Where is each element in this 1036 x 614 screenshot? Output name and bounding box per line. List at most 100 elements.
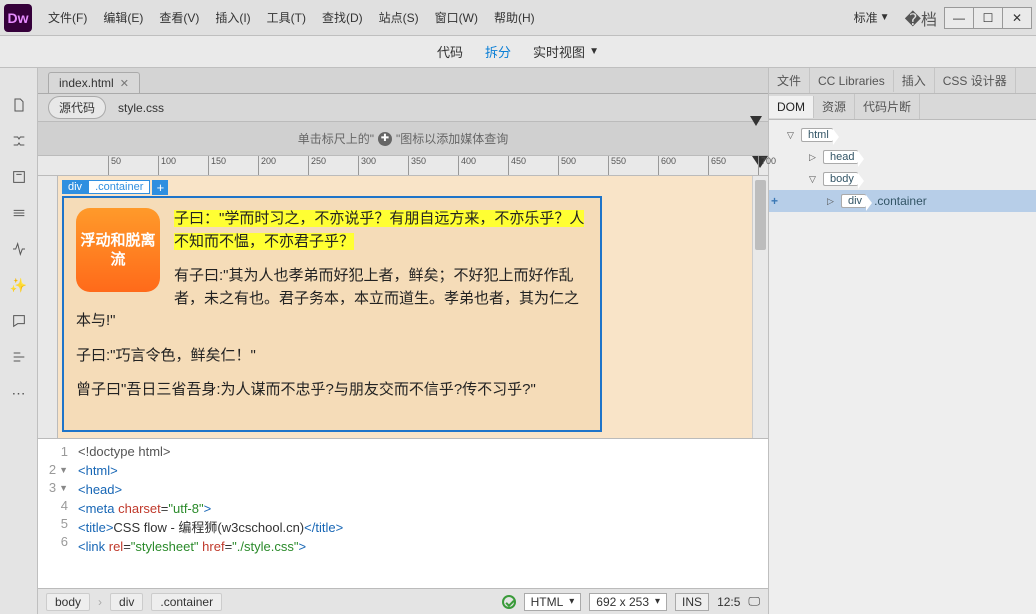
selected-tag-name[interactable]: div <box>62 180 88 194</box>
code-content[interactable]: <!doctype html> <html> <head> <meta char… <box>74 439 768 588</box>
selected-class-name[interactable]: .container <box>88 180 150 194</box>
ruler-tick: 50 <box>108 156 121 175</box>
close-icon[interactable]: ✕ <box>120 77 129 90</box>
ruler-tick: 150 <box>208 156 226 175</box>
dom-tag-label: body <box>823 172 858 186</box>
dom-tag-label: html <box>801 128 833 142</box>
tab-insert[interactable]: 插入 <box>894 68 935 93</box>
preview-paragraph[interactable]: 曾子曰"吾日三省吾身:为人谋而不忠乎?与朋友交而不信乎?传不习乎?" <box>76 379 588 402</box>
view-code[interactable]: 代码 <box>435 38 465 65</box>
disclosure-triangle-icon[interactable]: ▽ <box>787 130 797 141</box>
menu-window[interactable]: 窗口(W) <box>429 5 484 30</box>
tab-files[interactable]: 文件 <box>769 68 810 93</box>
tab-css-designer[interactable]: CSS 设计器 <box>935 68 1016 93</box>
chevron-down-icon: ▼ <box>589 46 599 57</box>
menu-view[interactable]: 查看(V) <box>153 5 205 30</box>
menu-file[interactable]: 文件(F) <box>42 5 93 30</box>
dom-node-html[interactable]: ▽ html <box>769 124 1036 146</box>
insert-mode-toggle[interactable]: INS <box>675 593 709 611</box>
scrollbar-thumb[interactable] <box>755 180 766 250</box>
menu-tools[interactable]: 工具(T) <box>261 5 312 30</box>
breadcrumb-body[interactable]: body <box>46 593 90 611</box>
manage-sites-icon[interactable] <box>8 130 30 152</box>
horizontal-ruler[interactable]: 5010015020025030035040045050055060065070… <box>38 156 768 176</box>
inspect-icon[interactable]: ✨ <box>8 274 30 296</box>
live-canvas[interactable]: div .container + 浮动和脱离流 子曰："学而时习之，不亦说乎？有… <box>58 176 752 438</box>
menu-find[interactable]: 查找(D) <box>316 5 369 30</box>
maximize-button[interactable]: ☐ <box>973 7 1003 29</box>
app-logo: Dw <box>4 4 32 32</box>
preview-float-box[interactable]: 浮动和脱离流 <box>76 208 160 292</box>
collapse-icon[interactable] <box>8 202 30 224</box>
view-live[interactable]: 实时视图 ▼ <box>531 38 601 65</box>
disclosure-triangle-icon[interactable]: ▷ <box>827 196 837 207</box>
menu-site[interactable]: 站点(S) <box>373 5 425 30</box>
expand-code-icon[interactable] <box>8 166 30 188</box>
format-icon[interactable] <box>8 346 30 368</box>
code-view[interactable]: 1 2 ▼ 3 ▼ 4 5 6 <!doctype html> <html> <… <box>38 438 768 588</box>
ruler-tick: 200 <box>258 156 276 175</box>
preview-container[interactable]: 浮动和脱离流 子曰："学而时习之，不亦说乎？有朋自远方来，不亦乐乎？人不知而不愠… <box>62 196 602 432</box>
vertical-ruler[interactable] <box>38 176 58 438</box>
view-live-label: 实时视图 <box>533 42 585 61</box>
related-css-link[interactable]: style.css <box>118 101 164 115</box>
menu-help[interactable]: 帮助(H) <box>488 5 541 30</box>
ruler-tick: 500 <box>558 156 576 175</box>
window-controls: — ☐ ✕ <box>945 7 1032 29</box>
hint-text-after: "图标以添加媒体查询 <box>396 130 508 147</box>
comment-icon[interactable] <box>8 310 30 332</box>
add-element-icon[interactable]: + <box>771 194 778 208</box>
dom-node-head[interactable]: ▷ head <box>769 146 1036 168</box>
preview-in-browser-icon[interactable]: 🖵 <box>748 594 760 609</box>
preview-paragraph[interactable]: 子曰:"巧言令色，鲜矣仁！" <box>76 345 588 368</box>
breadcrumb-class[interactable]: .container <box>151 593 222 611</box>
marker-icon <box>750 116 762 126</box>
no-errors-icon[interactable] <box>502 595 516 609</box>
dom-panel: ▽ html ▷ head ▽ body + ▷ div .container <box>769 120 1036 614</box>
code-line: <!doctype html> <box>78 444 171 459</box>
element-selector-hud: div .container + <box>62 178 168 196</box>
highlighted-text: 子曰："学而时习之，不亦说乎？有朋自远方来，不亦乐乎？人不知而不愠，不亦君子乎？ <box>174 210 584 250</box>
disclosure-triangle-icon[interactable]: ▷ <box>809 152 819 163</box>
breadcrumb-div[interactable]: div <box>110 593 143 611</box>
tab-dom[interactable]: DOM <box>769 96 814 118</box>
dom-node-body[interactable]: ▽ body <box>769 168 1036 190</box>
file-icon[interactable] <box>8 94 30 116</box>
window-size-select[interactable]: 692 x 253▾ <box>589 593 667 611</box>
tab-assets[interactable]: 资源 <box>814 94 855 119</box>
source-code-button[interactable]: 源代码 <box>48 96 106 119</box>
add-class-button[interactable]: + <box>152 180 168 195</box>
ruler-tick: 350 <box>408 156 426 175</box>
main-area: ✨ ⋯ index.html ✕ 源代码 style.css 单击标尺上的" ✚… <box>0 68 1036 614</box>
tab-cc-libraries[interactable]: CC Libraries <box>810 70 894 92</box>
workspace-switcher[interactable]: 标准 ▼ <box>847 6 897 29</box>
view-split[interactable]: 拆分 <box>483 38 513 65</box>
view-switcher: 代码 拆分 实时视图 ▼ <box>0 36 1036 68</box>
titlebar-right: 标准 ▼ �档 — ☐ ✕ <box>847 6 1032 30</box>
ruler-tick: 250 <box>308 156 326 175</box>
dom-tag-label: div <box>841 194 866 208</box>
ruler-tick: 650 <box>708 156 726 175</box>
ruler-tick: 400 <box>458 156 476 175</box>
menu-edit[interactable]: 编辑(E) <box>97 5 149 30</box>
breadcrumb-sep: › <box>98 595 102 609</box>
close-button[interactable]: ✕ <box>1002 7 1032 29</box>
ruler-tick: 100 <box>158 156 176 175</box>
document-tab[interactable]: index.html ✕ <box>48 72 140 93</box>
document-tabs: index.html ✕ <box>38 68 768 94</box>
ruler-tick: 450 <box>508 156 526 175</box>
title-bar: Dw 文件(F) 编辑(E) 查看(V) 插入(I) 工具(T) 查找(D) 站… <box>0 0 1036 36</box>
menu-insert[interactable]: 插入(I) <box>209 5 256 30</box>
dom-node-div-container[interactable]: + ▷ div .container <box>769 190 1036 212</box>
more-tools-icon[interactable]: ⋯ <box>8 382 30 404</box>
design-view: div .container + 浮动和脱离流 子曰："学而时习之，不亦说乎？有… <box>38 176 768 438</box>
ruler-tick: 300 <box>358 156 376 175</box>
live-code-icon[interactable] <box>8 238 30 260</box>
ruler-tick: 700 <box>758 156 776 175</box>
doctype-select[interactable]: HTML▾ <box>524 593 582 611</box>
minimize-button[interactable]: — <box>944 7 974 29</box>
sync-settings-icon[interactable]: �档 <box>905 6 937 30</box>
disclosure-triangle-icon[interactable]: ▽ <box>809 174 819 185</box>
tab-snippets[interactable]: 代码片断 <box>855 94 920 119</box>
vertical-scrollbar[interactable] <box>752 176 768 438</box>
